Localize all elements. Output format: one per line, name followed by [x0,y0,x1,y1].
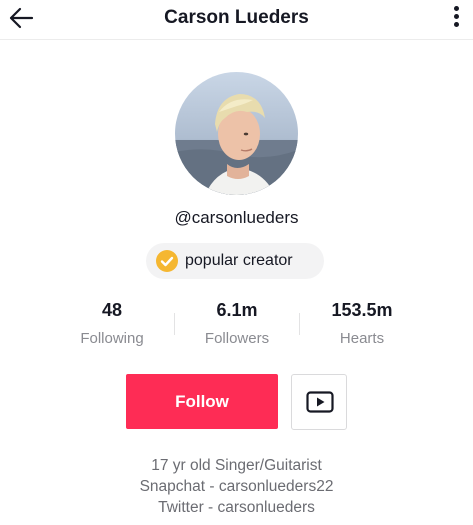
top-bar: Carson Lueders [0,0,473,40]
stat-value: 153.5m [331,300,393,320]
stat-divider [299,313,300,335]
stat-value: 6.1m [216,300,258,320]
username-handle: @carsonlueders [174,208,299,227]
follow-button[interactable]: Follow [126,374,278,429]
stat-value: 48 [101,300,123,320]
bio: 17 yr old Singer/Guitarist Snapchat - ca… [0,455,473,518]
stat-hearts[interactable]: 153.5m Hearts [302,300,422,347]
stat-following[interactable]: 48 Following [52,300,172,347]
more-vertical-icon[interactable] [451,6,461,32]
stat-label: Hearts [339,330,385,347]
page-title: Carson Lueders [164,7,309,28]
youtube-button[interactable] [291,374,347,430]
avatar [175,72,298,195]
stat-label: Followers [204,330,270,347]
stat-followers[interactable]: 6.1m Followers [177,300,297,347]
youtube-icon [306,391,334,413]
bio-line: Snapchat - carsonlueders22 [139,478,334,495]
bio-line: Twitter - carsonlueders [158,499,315,516]
check-circle-icon [156,250,178,272]
badge-label: popular creator [185,252,293,269]
stat-divider [174,313,175,335]
stat-label: Following [80,330,144,347]
bio-line: 17 yr old Singer/Guitarist [151,457,322,474]
popular-creator-badge: popular creator [146,243,324,279]
